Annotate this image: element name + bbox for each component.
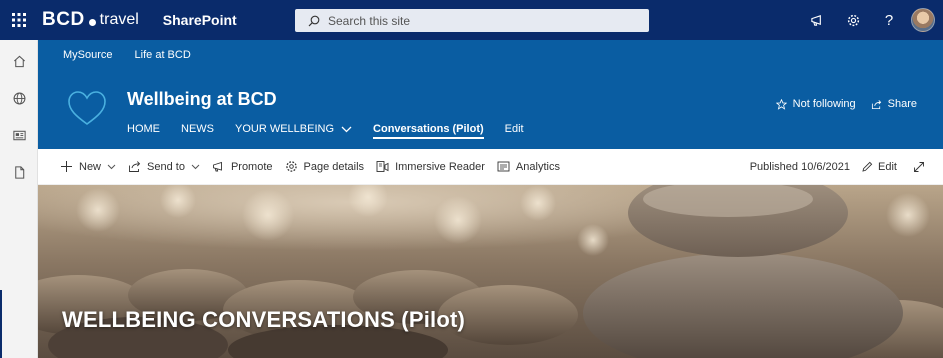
follow-button[interactable]: Not following [775, 98, 856, 110]
brand-logo-word: travel [99, 11, 139, 28]
help-button[interactable]: ? [871, 0, 907, 40]
chevron-down-icon [191, 164, 200, 169]
app-launcher-button[interactable] [0, 0, 38, 40]
help-icon: ? [884, 11, 894, 29]
promote-button[interactable]: Promote [212, 149, 273, 185]
app-bar-files-button[interactable] [0, 154, 38, 191]
hero-title: WELLBEING CONVERSATIONS (Pilot) [62, 307, 466, 332]
app-bar-home-button[interactable] [0, 43, 38, 80]
search-input[interactable] [328, 13, 628, 28]
command-bar: New Send to Promote Page details Immersi… [38, 149, 943, 185]
pencil-icon [862, 161, 873, 172]
megaphone-icon [212, 161, 222, 172]
analytics-label: Analytics [515, 160, 560, 173]
settings-button[interactable] [835, 0, 871, 40]
suite-bar: BCD travel SharePoint ? [0, 0, 943, 40]
published-status: Published 10/6/2021 [749, 161, 851, 173]
site-title[interactable]: Wellbeing at BCD [127, 89, 277, 110]
brand-logo-letters: BCD [42, 9, 85, 30]
search-box[interactable] [295, 9, 649, 32]
avatar[interactable] [911, 8, 935, 32]
site-nav-edit-link[interactable]: Edit [505, 118, 524, 140]
home-icon [13, 55, 25, 68]
site-navigation: HOME NEWS YOUR WELLBEING Conversations (… [127, 118, 545, 140]
waffle-icon [12, 13, 26, 27]
site-nav-item-label: YOUR WELLBEING [235, 123, 335, 135]
chevron-down-icon [341, 126, 352, 132]
page-icon [14, 166, 24, 179]
hub-nav-item-life-at-bcd[interactable]: Life at BCD [135, 49, 191, 61]
app-bar-sites-button[interactable] [0, 80, 38, 117]
share-button[interactable]: Share [871, 98, 917, 110]
hub-navigation: MySource Life at BCD [38, 40, 943, 69]
plus-icon [61, 161, 72, 172]
star-icon [775, 98, 787, 110]
command-bar-right: Published 10/6/2021 Edit [750, 149, 925, 185]
edit-page-button[interactable]: Edit [861, 161, 897, 173]
hero-banner: WELLBEING CONVERSATIONS (Pilot) [38, 185, 943, 358]
page-details-label: Page details [303, 160, 365, 173]
chevron-down-icon [107, 164, 116, 169]
app-bar-news-button[interactable] [0, 117, 38, 154]
share-label: Share [887, 98, 917, 110]
follow-label: Not following [792, 98, 856, 110]
app-name-link[interactable]: SharePoint [163, 12, 237, 28]
hub-nav-item-mysource[interactable]: MySource [63, 49, 113, 61]
megaphone-icon [810, 14, 821, 26]
gear-icon [285, 161, 297, 172]
site-nav-item-news[interactable]: NEWS [181, 118, 214, 140]
edit-label: Edit [878, 161, 897, 173]
send-to-label: Send to [147, 160, 185, 173]
new-label: New [79, 160, 102, 173]
new-button[interactable]: New [60, 149, 116, 185]
immersive-reader-label: Immersive Reader [395, 160, 485, 173]
app-bar [0, 40, 38, 358]
header-actions: Not following Share [761, 98, 917, 110]
site-nav-item-home[interactable]: HOME [127, 118, 160, 140]
promote-label: Promote [230, 160, 273, 173]
expand-icon [914, 162, 924, 172]
site-nav-item-conversations[interactable]: Conversations (Pilot) [373, 118, 484, 140]
feedback-button[interactable] [799, 0, 835, 40]
gear-icon [847, 14, 859, 26]
app-bar-accent [0, 290, 2, 358]
globe-icon [13, 92, 25, 105]
immersive-reader-button[interactable]: Immersive Reader [376, 149, 485, 185]
brand-logo[interactable]: BCD travel [42, 0, 139, 40]
share-icon [129, 161, 141, 172]
analytics-icon [497, 161, 510, 172]
site-header: Wellbeing at BCD HOME NEWS YOUR WELLBEIN… [38, 69, 943, 149]
news-icon [12, 130, 26, 141]
analytics-button[interactable]: Analytics [497, 149, 560, 185]
suite-actions: ? [799, 0, 943, 40]
share-icon [871, 99, 881, 109]
page-details-button[interactable]: Page details [285, 149, 365, 185]
heart-icon[interactable] [64, 86, 110, 132]
send-to-button[interactable]: Send to [128, 149, 200, 185]
expand-button[interactable] [913, 161, 925, 173]
site-nav-item-your-wellbeing[interactable]: YOUR WELLBEING [235, 118, 352, 140]
search-icon [308, 15, 320, 26]
immersive-reader-icon [376, 161, 389, 172]
brand-logo-dot [88, 18, 96, 26]
